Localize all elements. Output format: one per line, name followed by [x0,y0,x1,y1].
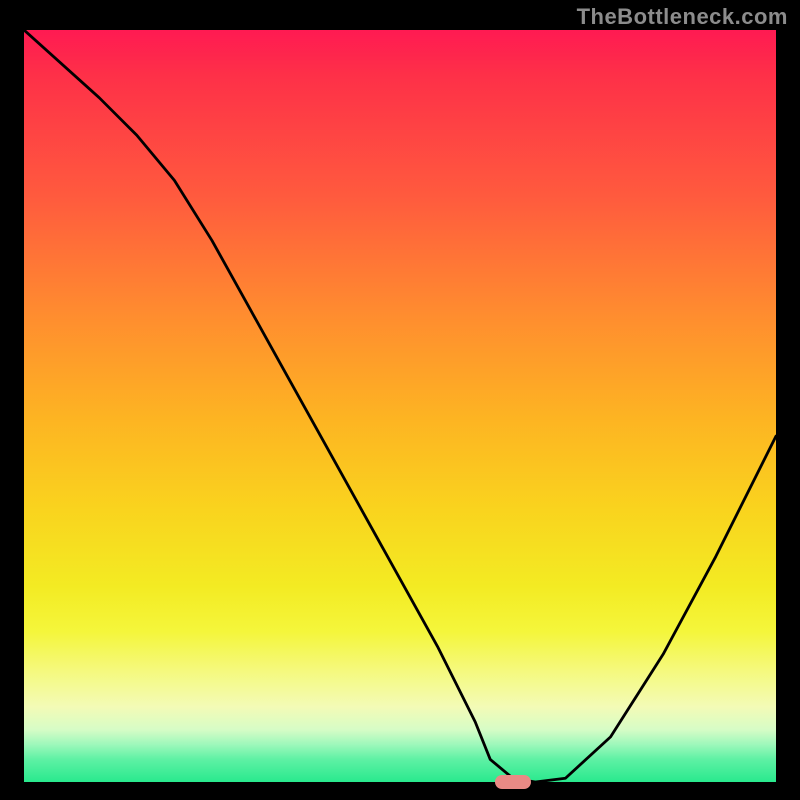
curve-svg [24,30,776,782]
watermark-label: TheBottleneck.com [577,4,788,30]
optimal-marker [495,775,531,789]
bottleneck-curve [24,30,776,782]
chart-frame: TheBottleneck.com [0,0,800,800]
plot-area [24,30,776,782]
